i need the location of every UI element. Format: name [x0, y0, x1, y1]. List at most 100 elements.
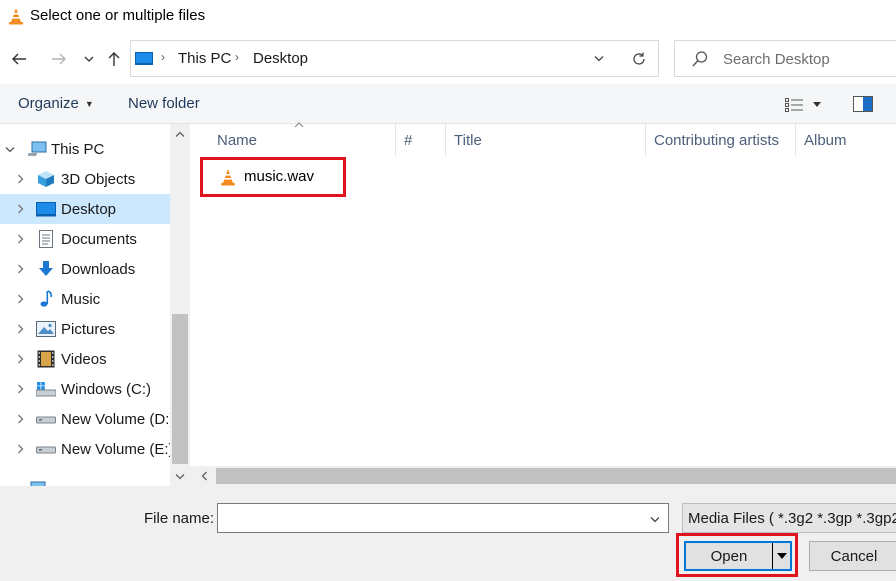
sidebar-item-this-pc[interactable]: This PC: [0, 134, 170, 164]
column-header-label: #: [404, 131, 413, 149]
details-view-icon: [785, 98, 803, 112]
picture-icon: [36, 319, 56, 339]
download-icon: [36, 259, 56, 279]
preview-pane-icon[interactable]: [853, 96, 873, 112]
windows-drive-icon: [36, 379, 56, 399]
film-icon: [36, 349, 56, 369]
address-dropdown-button[interactable]: [589, 49, 609, 67]
highlight-box-open: [676, 533, 798, 577]
music-note-icon: [36, 289, 56, 309]
chevron-right-icon[interactable]: [14, 374, 26, 404]
window-title: Select one or multiple files: [30, 7, 206, 24]
sidebar-item-label: This PC: [51, 140, 105, 158]
chevron-right-icon[interactable]: [14, 314, 26, 344]
sidebar-item-label: Videos: [61, 350, 107, 368]
column-header-label: Name: [217, 131, 258, 149]
chevron-right-icon[interactable]: [14, 434, 26, 464]
column-header-number[interactable]: #: [396, 124, 446, 156]
sidebar-item-label: New Volume (E:): [61, 440, 174, 458]
arrow-left-icon: [12, 53, 26, 65]
sidebar-item-label: Documents: [61, 230, 137, 248]
sidebar-item-label: Windows (C:): [61, 380, 152, 398]
breadcrumb-separator: ›: [161, 50, 165, 64]
chevron-right-icon[interactable]: [14, 224, 26, 254]
up-button[interactable]: [100, 41, 128, 77]
sidebar-item-documents[interactable]: Documents: [0, 224, 170, 254]
scroll-down-icon[interactable]: [170, 466, 190, 486]
column-header-album[interactable]: Album: [796, 124, 896, 156]
sidebar-item-label: New Volume (D:): [61, 410, 175, 428]
caret-down-icon: ▼: [84, 98, 94, 109]
sidebar-item-music[interactable]: Music: [0, 284, 170, 314]
highlight-box-file: [200, 157, 346, 197]
change-view-button[interactable]: [785, 96, 829, 114]
sort-ascending-icon: [294, 120, 304, 131]
drive-icon: [36, 439, 56, 459]
file-list-horizontal-scrollbar[interactable]: [190, 466, 896, 486]
sidebar-item-new-volume-d[interactable]: New Volume (D:): [0, 404, 174, 434]
chevron-down-icon: [84, 56, 94, 62]
chevron-right-icon[interactable]: [14, 344, 26, 374]
sidebar-item-label: Downloads: [61, 260, 136, 278]
sidebar-item-label: Desktop: [61, 200, 117, 218]
cancel-button[interactable]: Cancel: [809, 541, 896, 571]
breadcrumb-desktop[interactable]: Desktop: [253, 50, 308, 67]
chevron-right-icon[interactable]: [14, 194, 26, 224]
sidebar-item-pictures[interactable]: Pictures: [0, 314, 170, 344]
refresh-button[interactable]: [619, 40, 659, 77]
organize-label: Organize: [18, 95, 79, 112]
chevron-right-icon[interactable]: [14, 284, 26, 314]
sidebar-item-new-volume-e[interactable]: New Volume (E:): [0, 434, 174, 464]
column-header-label: Album: [804, 131, 847, 149]
scroll-left-icon[interactable]: [196, 466, 212, 486]
recent-locations-button[interactable]: [80, 41, 98, 77]
chevron-down-icon: [594, 55, 604, 61]
sidebar-item-windows-c[interactable]: Windows (C:): [0, 374, 170, 404]
document-icon: [36, 229, 56, 249]
scrollbar-thumb[interactable]: [216, 468, 896, 484]
file-name-combobox[interactable]: [217, 503, 669, 533]
column-header-label: Title: [454, 131, 482, 149]
arrow-right-icon: [52, 53, 66, 65]
sidebar-item-label: Pictures: [61, 320, 116, 338]
navigation-pane-scrollbar[interactable]: [170, 124, 190, 486]
scrollbar-thumb[interactable]: [172, 314, 188, 464]
sidebar-item-downloads[interactable]: Downloads: [0, 254, 170, 284]
chevron-expanded-icon[interactable]: [4, 134, 16, 164]
desktop-icon: [135, 52, 153, 65]
computer-icon: [28, 139, 48, 159]
navigation-pane: This PC 3D Objects Desktop Documents Dow…: [0, 124, 190, 486]
refresh-icon: [632, 52, 645, 65]
column-header-contributing-artists[interactable]: Contributing artists: [646, 124, 796, 156]
forward-button[interactable]: [44, 41, 74, 77]
file-type-filter-select[interactable]: Media Files ( *.3g2 *.3gp *.3gp2: [682, 503, 896, 533]
search-box[interactable]: [674, 40, 896, 77]
chevron-right-icon[interactable]: [14, 404, 26, 434]
sidebar-item-desktop[interactable]: Desktop: [0, 194, 170, 224]
breadcrumb-this-pc[interactable]: This PC: [178, 50, 231, 67]
sidebar-item-3d-objects[interactable]: 3D Objects: [0, 164, 170, 194]
back-button[interactable]: [4, 41, 34, 77]
scroll-up-icon[interactable]: [170, 124, 190, 144]
vlc-cone-icon: [9, 8, 23, 25]
drive-icon: [36, 409, 56, 429]
chevron-right-icon[interactable]: [14, 164, 26, 194]
sidebar-item-videos[interactable]: Videos: [0, 344, 170, 374]
breadcrumb-separator[interactable]: ›: [235, 50, 239, 64]
file-name-input[interactable]: [222, 509, 642, 527]
sidebar-item-label: Music: [61, 290, 101, 308]
search-icon: [692, 51, 708, 67]
network-icon: [28, 478, 48, 486]
desktop-icon: [36, 199, 56, 219]
search-input[interactable]: [723, 49, 893, 69]
sidebar-item-network[interactable]: [0, 476, 170, 486]
new-folder-button[interactable]: New folder: [128, 95, 200, 112]
organize-button[interactable]: Organize ▼: [18, 95, 94, 112]
address-bar[interactable]: › This PC › Desktop: [130, 40, 620, 77]
column-header-label: Contributing artists: [654, 131, 780, 149]
column-header-title[interactable]: Title: [446, 124, 646, 156]
chevron-down-icon[interactable]: [646, 510, 664, 528]
cube-icon: [36, 169, 56, 189]
caret-down-icon: [813, 102, 821, 107]
chevron-right-icon[interactable]: [14, 254, 26, 284]
